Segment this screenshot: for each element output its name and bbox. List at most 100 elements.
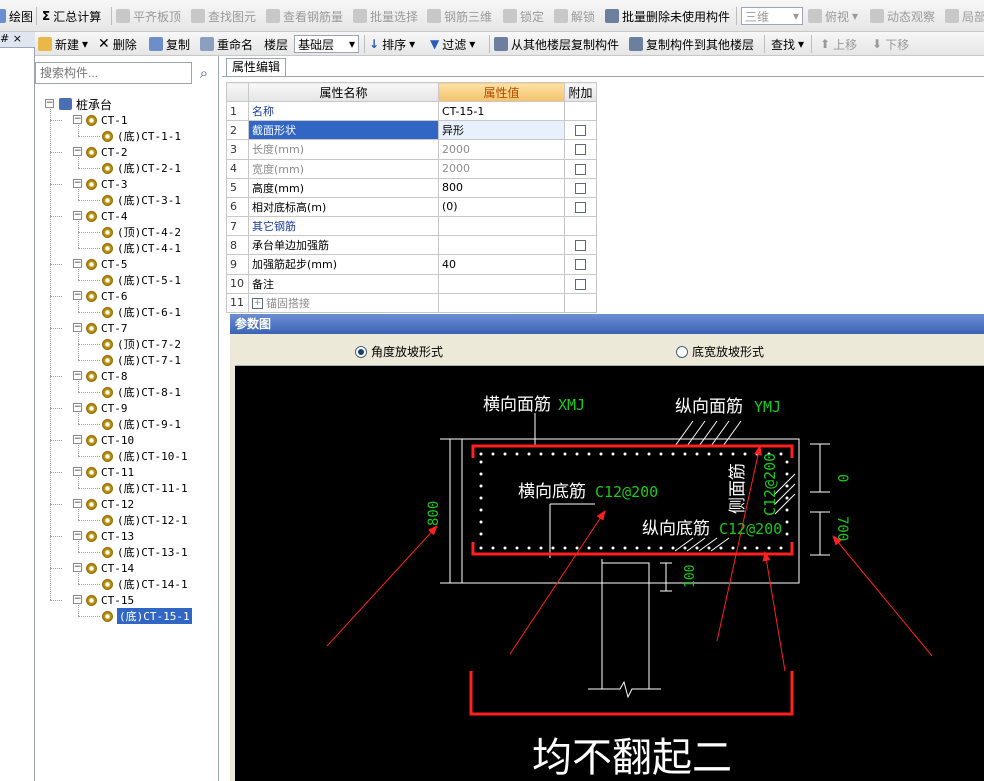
tree-item[interactable]: (底)CT-5-1 [102, 272, 181, 288]
find-element-button[interactable]: 查找图元 [191, 6, 256, 26]
tree-item[interactable]: (底)CT-7-1 [102, 352, 181, 368]
extra-checkbox[interactable] [575, 201, 586, 213]
tree-group[interactable]: CT-4 [86, 208, 128, 224]
property-row[interactable]: 9 加强筋起步(mm) 40 [226, 254, 597, 275]
align-top-button[interactable]: 平齐板顶 [116, 6, 181, 26]
view-rebar-button[interactable]: 查看钢筋量 [266, 6, 343, 26]
property-extra-header[interactable]: 附加 [564, 82, 597, 102]
property-value[interactable]: 异形 [438, 120, 565, 141]
tree-group[interactable]: CT-9 [86, 400, 128, 416]
tree-group[interactable]: CT-12 [86, 496, 134, 512]
tree-collapse-toggle[interactable]: − [73, 371, 82, 380]
radio-width-slope[interactable]: 底宽放坡形式 [676, 343, 764, 360]
top-view-button[interactable]: 俯视 ▾ [808, 6, 858, 26]
property-row[interactable]: 6 相对底标高(m) (0) [226, 196, 597, 218]
property-row[interactable]: 7 其它钢筋 [226, 216, 597, 237]
expand-toggle[interactable]: + [252, 298, 263, 310]
property-row[interactable]: 1 名称 CT-15-1 [226, 100, 597, 122]
tree-collapse-toggle[interactable]: − [73, 403, 82, 412]
property-row[interactable]: 4 宽度(mm) 2000 [226, 158, 597, 179]
property-name-header[interactable]: 属性名称 [248, 82, 439, 102]
dynamic-view-button[interactable]: 动态观察 [870, 6, 935, 26]
tree-root[interactable]: 桩承台 [59, 96, 112, 112]
property-value[interactable] [438, 273, 565, 294]
extra-checkbox[interactable] [575, 163, 586, 175]
extra-checkbox[interactable] [575, 259, 586, 271]
rebar-3d-button[interactable]: 钢筋三维 [427, 6, 492, 26]
tree-item[interactable]: (底)CT-13-1 [102, 544, 188, 560]
property-value[interactable]: 800 [438, 177, 565, 198]
property-value[interactable] [438, 216, 565, 237]
tree-collapse-toggle[interactable]: − [73, 467, 82, 476]
property-row[interactable]: 3 长度(mm) 2000 [226, 139, 597, 160]
search-icon[interactable]: ⌕ [195, 64, 213, 82]
tree-collapse-toggle[interactable]: − [73, 595, 82, 604]
tree-collapse-toggle[interactable]: − [73, 531, 82, 540]
sort-button[interactable]: ↓ 排序 ▾ [369, 34, 415, 54]
tree-item[interactable]: (底)CT-10-1 [102, 448, 188, 464]
tree-collapse-toggle[interactable]: − [73, 147, 82, 156]
tree-group[interactable]: CT-1 [86, 112, 128, 128]
property-value[interactable] [438, 235, 565, 256]
property-value[interactable]: 40 [438, 254, 565, 275]
tree-item[interactable]: (底)CT-14-1 [102, 576, 188, 592]
extra-checkbox[interactable] [575, 240, 586, 252]
tree-group[interactable]: CT-14 [86, 560, 134, 576]
tree-collapse-toggle[interactable]: − [73, 291, 82, 300]
delete-button[interactable]: ✕ 删除 [98, 34, 137, 54]
property-value[interactable]: 2000 [438, 139, 565, 160]
extra-checkbox[interactable] [575, 144, 586, 156]
tree-group[interactable]: CT-15 [86, 592, 134, 608]
copy-button[interactable]: 复制 [149, 34, 190, 54]
move-down-button[interactable]: ⬇ 下移 [872, 34, 909, 54]
local-view-button[interactable]: 局部 [945, 6, 984, 26]
unlock-button[interactable]: 解锁 [554, 6, 595, 26]
tree-group[interactable]: CT-8 [86, 368, 128, 384]
tree-collapse-toggle[interactable]: − [73, 435, 82, 444]
tree-group[interactable]: CT-5 [86, 256, 128, 272]
tree-item[interactable]: (顶)CT-4-2 [102, 224, 181, 240]
property-row[interactable]: 2 截面形状 异形 [226, 120, 597, 141]
extra-checkbox[interactable] [575, 182, 586, 194]
tree-item[interactable]: (顶)CT-7-2 [102, 336, 181, 352]
draw-button[interactable]: 绘图 [0, 6, 33, 26]
rename-button[interactable]: 重命名 [200, 34, 253, 54]
tree-collapse-toggle[interactable]: − [45, 99, 54, 108]
tree-collapse-toggle[interactable]: − [73, 211, 82, 220]
dock-pin-bar[interactable]: # × [0, 32, 35, 48]
tree-item[interactable]: (底)CT-4-1 [102, 240, 181, 256]
batch-select-button[interactable]: 批量选择 [353, 6, 418, 26]
property-row[interactable]: 11 + 锚固搭接 [226, 292, 597, 314]
tree-group[interactable]: CT-2 [86, 144, 128, 160]
tree-group[interactable]: CT-13 [86, 528, 134, 544]
tree-item[interactable]: (底)CT-1-1 [102, 128, 181, 144]
extra-checkbox[interactable] [575, 125, 586, 137]
copy-to-floor-button[interactable]: 复制构件到其他楼层 [629, 34, 754, 54]
tree-item[interactable]: (底)CT-6-1 [102, 304, 181, 320]
tree-group[interactable]: CT-10 [86, 432, 134, 448]
find-button[interactable]: 查找 ▾ [771, 34, 804, 54]
tree-collapse-toggle[interactable]: − [73, 499, 82, 508]
property-row[interactable]: 8 承台单边加强筋 [226, 235, 597, 256]
filter-button[interactable]: ▼ 过滤 ▾ [430, 34, 475, 54]
tree-collapse-toggle[interactable]: − [73, 179, 82, 188]
batch-delete-button[interactable]: 批量删除未使用构件 [605, 6, 730, 26]
tree-collapse-toggle[interactable]: − [73, 259, 82, 268]
property-row[interactable]: 10 备注 [226, 273, 597, 294]
tree-collapse-toggle[interactable]: − [73, 563, 82, 572]
tree-item[interactable]: (底)CT-9-1 [102, 416, 181, 432]
tree-item[interactable]: (底)CT-8-1 [102, 384, 181, 400]
search-input[interactable] [35, 62, 192, 84]
tree-item[interactable]: (底)CT-2-1 [102, 160, 181, 176]
copy-from-floor-button[interactable]: 从其他楼层复制构件 [494, 34, 619, 54]
new-button[interactable]: 新建 ▾ [38, 34, 88, 54]
tree-group[interactable]: CT-11 [86, 464, 134, 480]
radio-angle-slope[interactable]: 角度放坡形式 [355, 343, 443, 360]
property-value[interactable] [438, 292, 565, 314]
lock-button[interactable]: 锁定 [503, 6, 544, 26]
extra-checkbox[interactable] [575, 278, 586, 290]
property-row[interactable]: 5 高度(mm) 800 [226, 177, 597, 198]
view-mode-select[interactable]: 三维 ▾ [741, 6, 803, 26]
tab-property-edit[interactable]: 属性编辑 [226, 58, 286, 76]
property-value-header[interactable]: 属性值 [438, 82, 565, 102]
